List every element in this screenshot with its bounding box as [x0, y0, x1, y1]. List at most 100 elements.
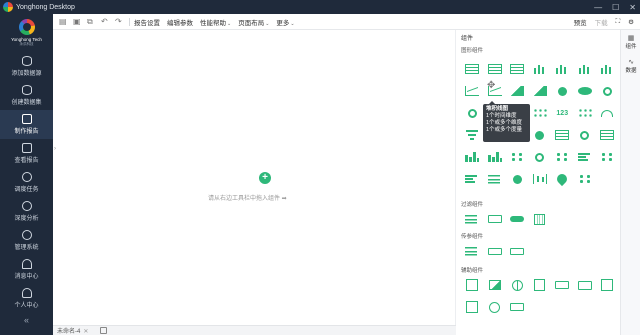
stacked-bar-icon [577, 64, 592, 74]
menu-page-layout[interactable]: 页面布局⌄ [238, 17, 269, 27]
sidebar-collapse-button[interactable]: « [0, 315, 53, 325]
bar-chart-component[interactable] [529, 58, 552, 80]
range-slider-component[interactable] [506, 208, 529, 230]
video-component[interactable] [574, 274, 597, 296]
save-icon[interactable]: ▤ [59, 17, 67, 26]
map-component[interactable] [551, 168, 574, 190]
gauge-chart-component[interactable] [596, 102, 619, 124]
stacked-area-component[interactable] [529, 80, 552, 102]
scatter-chart-component[interactable] [574, 102, 597, 124]
area-chart-component[interactable] [506, 80, 529, 102]
crosstab-icon [487, 64, 502, 74]
fullscreen-icon[interactable]: ⛶ [616, 18, 621, 26]
sidebar-item-label: 消息中心 [14, 274, 39, 280]
menu-report-settings[interactable]: 报告设置 [134, 17, 160, 27]
sidebar-item-add-datasource[interactable]: 添加数据源 [0, 52, 53, 81]
filter-components-grid [461, 208, 621, 230]
flash-component[interactable] [551, 274, 574, 296]
sidebar-item-make-report[interactable]: 制作报告 [0, 110, 53, 139]
container-component[interactable] [461, 296, 484, 318]
preview-button[interactable]: 预览 [574, 17, 587, 27]
collapse-handle-icon[interactable]: › [54, 146, 58, 156]
param-input-component[interactable] [484, 240, 507, 262]
download-button[interactable]: 下载 [595, 17, 608, 27]
menu-edit-params[interactable]: 编辑参数 [167, 17, 193, 27]
page-tab[interactable]: 未命名-4 ✕ [53, 326, 92, 335]
sidebar-item-profile[interactable]: 个人中心 [0, 284, 53, 313]
ellipse-chart-component[interactable] [574, 80, 597, 102]
rail-tab-components[interactable]: ▦ 组件 [621, 30, 640, 54]
right-rail: ▦ 组件 ∿ 数据 [620, 30, 640, 335]
kpi-component[interactable]: 123 [551, 102, 574, 124]
radar-chart-component[interactable] [461, 102, 484, 124]
maximize-button[interactable]: ☐ [612, 3, 619, 12]
chord-chart-icon [535, 152, 545, 162]
image-component[interactable] [484, 274, 507, 296]
list-filter-component[interactable] [461, 208, 484, 230]
funnel-chart-component[interactable] [461, 124, 484, 146]
undo-icon[interactable]: ↶ [101, 17, 109, 26]
label-component[interactable] [506, 296, 529, 318]
save-as-icon[interactable]: ▣ [73, 17, 81, 26]
boxplot-component[interactable] [529, 168, 552, 190]
sidebar-item-create-dataset[interactable]: 创建数据集 [0, 81, 53, 110]
line-chart-component[interactable] [461, 80, 484, 102]
dropdown-filter-component[interactable] [484, 208, 507, 230]
percent-bar-component[interactable] [596, 58, 619, 80]
crosstab-component[interactable] [484, 58, 507, 80]
sidebar-item-schedule[interactable]: 调度任务 [0, 168, 53, 197]
rail-tab-data[interactable]: ∿ 数据 [621, 54, 640, 78]
param-select-component[interactable] [506, 240, 529, 262]
menu-label: 页面布局 [238, 19, 265, 27]
globe-icon [511, 279, 523, 291]
progress-component[interactable] [461, 168, 484, 190]
close-button[interactable]: ✕ [629, 3, 636, 12]
tab-container-component[interactable] [596, 274, 619, 296]
minimize-button[interactable]: — [594, 3, 602, 12]
document-component[interactable] [529, 274, 552, 296]
path-map-component[interactable] [574, 168, 597, 190]
heatmap-component[interactable] [596, 124, 619, 146]
menu-more[interactable]: 更多⌄ [276, 17, 294, 27]
settings-icon[interactable]: ⚙ [628, 18, 634, 26]
tree-chart-component[interactable] [506, 146, 529, 168]
grouped-bar-component[interactable] [551, 58, 574, 80]
sankey-component[interactable] [574, 146, 597, 168]
scatter-chart-icon [577, 108, 592, 118]
network-chart-component[interactable] [551, 146, 574, 168]
list-chart-component[interactable] [484, 168, 507, 190]
new-page-icon[interactable] [100, 327, 108, 334]
sunburst-component[interactable] [574, 124, 597, 146]
chord-chart-component[interactable] [529, 146, 552, 168]
sidebar-item-system[interactable]: 管理系统 [0, 226, 53, 255]
table-component[interactable] [461, 58, 484, 80]
treemap-component[interactable] [551, 124, 574, 146]
report-canvas[interactable] [53, 30, 456, 325]
treemap-icon [555, 130, 570, 140]
close-icon[interactable]: ✕ [83, 329, 88, 335]
copy-icon[interactable]: ⧉ [87, 17, 95, 26]
rose-chart-component[interactable] [529, 124, 552, 146]
section-title-assist: 辅助组件 [461, 268, 484, 274]
redo-icon[interactable]: ↷ [115, 17, 123, 26]
freestyle-table-component[interactable] [506, 58, 529, 80]
timer-component[interactable] [484, 296, 507, 318]
pie-chart-component[interactable] [551, 80, 574, 102]
bubble-chart-component[interactable] [529, 102, 552, 124]
pareto-component[interactable] [484, 146, 507, 168]
param-list-component[interactable] [461, 240, 484, 262]
donut-chart-component[interactable] [596, 80, 619, 102]
menu-performance-help[interactable]: 性能帮助⌄ [200, 17, 231, 27]
sidebar-item-analysis[interactable]: 深度分析 [0, 197, 53, 226]
org-chart-component[interactable] [596, 146, 619, 168]
sidebar: Yonghong Tech 永洪科技 添加数据源 创建数据集 制作报告 查看报告… [0, 14, 53, 335]
add-component-button[interactable]: + [259, 172, 271, 184]
web-component[interactable] [506, 274, 529, 296]
stacked-bar-component[interactable] [574, 58, 597, 80]
calendar-filter-component[interactable] [529, 208, 552, 230]
text-component[interactable] [461, 274, 484, 296]
sidebar-item-messages[interactable]: 消息中心 [0, 255, 53, 284]
sidebar-item-view-report[interactable]: 查看报告 [0, 139, 53, 168]
waterfall-component[interactable] [461, 146, 484, 168]
liquid-component[interactable] [506, 168, 529, 190]
